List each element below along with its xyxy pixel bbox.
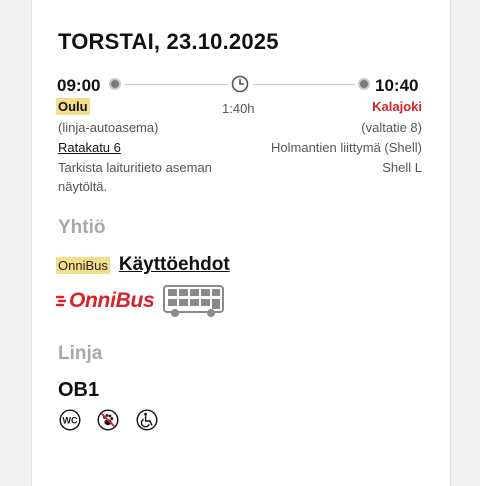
origin-address-link[interactable]: Ratakatu 6 bbox=[58, 138, 121, 157]
trip-duration: 1:40h bbox=[222, 101, 255, 116]
origin-city: Oulu bbox=[56, 98, 90, 115]
line-heading: Linja bbox=[58, 343, 103, 364]
company-badge: OnniBus bbox=[56, 256, 110, 274]
double-decker-bus-icon bbox=[163, 285, 225, 317]
brand-logo-text: OnniBus bbox=[69, 289, 155, 312]
timeline-line-right bbox=[253, 84, 355, 85]
line-code: OB1 bbox=[58, 379, 100, 401]
arrival-dot-icon bbox=[358, 78, 370, 90]
company-heading: Yhtiö bbox=[58, 217, 106, 238]
origin-note: Tarkista laituritieto aseman näytöltä. bbox=[58, 160, 212, 194]
company-row: OnniBus Käyttöehdot bbox=[56, 254, 230, 276]
wc-icon-text: WC bbox=[63, 416, 78, 426]
trip-details-card: TORSTAI, 23.10.2025 09:00 10:40 1:40h Ou… bbox=[31, 0, 451, 486]
departure-time: 09:00 bbox=[57, 76, 101, 95]
company-logo: OnniBus bbox=[56, 284, 227, 318]
destination-city: Kalajoki bbox=[372, 99, 422, 114]
timeline-line-left bbox=[125, 84, 228, 85]
trip-date: TORSTAI, 23.10.2025 bbox=[58, 29, 279, 54]
destination-detail: (valtatie 8) bbox=[361, 120, 422, 135]
destination-note: Shell L bbox=[382, 160, 422, 175]
clock-icon bbox=[231, 75, 249, 93]
arrival-time: 10:40 bbox=[375, 76, 419, 95]
wc-icon: WC bbox=[59, 409, 81, 431]
no-pets-icon bbox=[97, 409, 119, 431]
departure-dot-icon bbox=[109, 78, 121, 90]
destination-address: Holmantien liittymä (Shell) bbox=[271, 140, 422, 155]
brand-arrows-icon bbox=[56, 295, 67, 307]
origin-detail: (linja-autoasema) bbox=[58, 120, 159, 135]
wheelchair-icon bbox=[136, 409, 158, 431]
terms-link[interactable]: Käyttöehdot bbox=[119, 254, 230, 276]
